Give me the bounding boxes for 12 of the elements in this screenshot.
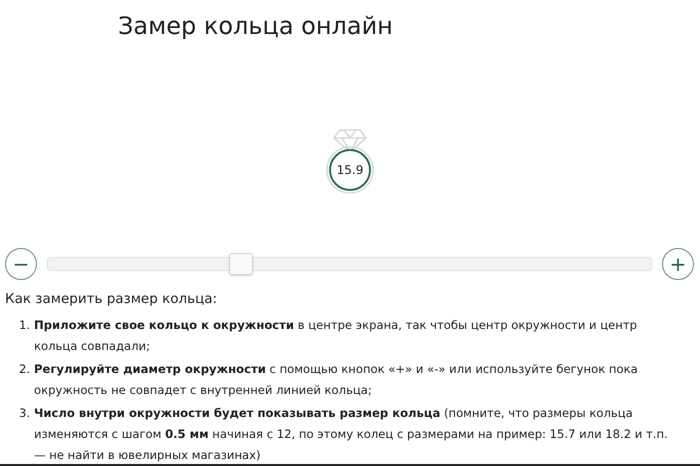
step-number: 2. [18,361,30,378]
instructions-heading: Как замерить размер кольца: [5,290,218,309]
step-text: Число внутри окружности будет показывать размер кольца (помните, что размеры кольца изменяются с шагом 0.5 мм начиная с 12, по этому колец с размерами на пример: 15.7 или 18.2 и т.п. — не найти в ювелирных магазинах) [34,405,669,464]
step-number: 1. [18,317,30,334]
step-text: Приложите свое кольцо к окружности в центре экрана, так чтобы центр окружности и центр кольца совпадали; [34,317,638,355]
increase-button[interactable]: + [662,248,694,280]
slider-thumb[interactable] [228,253,253,276]
step-number: 3. [18,405,30,422]
page-title: Замер кольца онлайн [118,11,394,42]
size-circle: 15.9 [329,149,371,191]
step-text: Регулируйте диаметр окружности с помощью кнопок «+» и «-» или используйте бегунок пока окружность не совпадет с внутренней линией кольца; [34,361,639,399]
decrease-button[interactable]: − [5,248,37,280]
